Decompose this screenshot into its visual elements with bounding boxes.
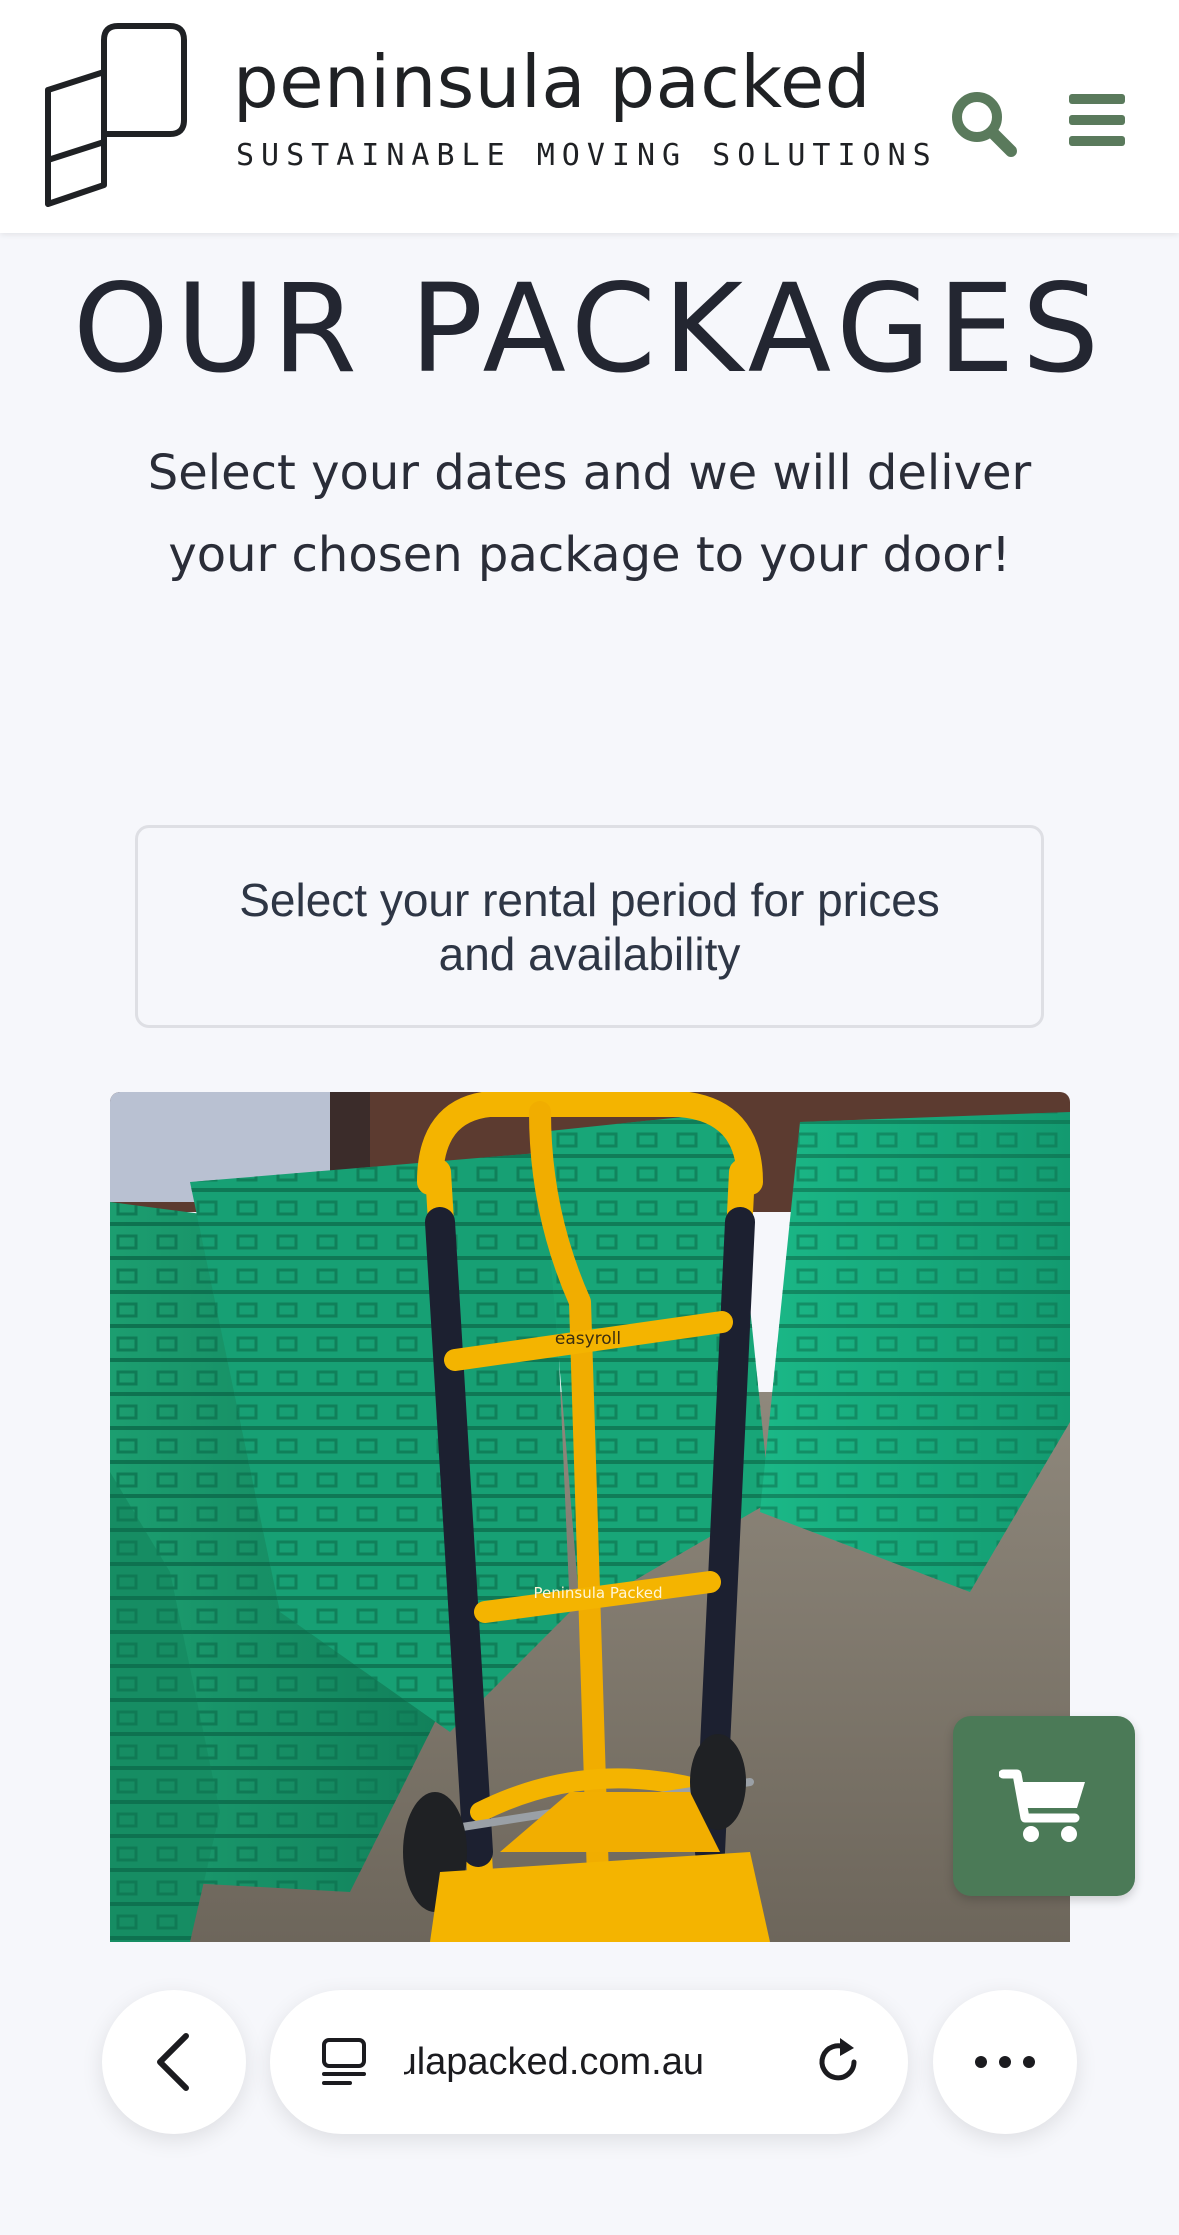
address-bar[interactable]: peninsulapacked.com.au bbox=[270, 1990, 908, 2134]
brand-name[interactable]: peninsula packed bbox=[233, 40, 871, 124]
rental-period-selector[interactable]: Select your rental period for prices and… bbox=[135, 825, 1044, 1028]
more-dots-icon bbox=[975, 2056, 1035, 2068]
chevron-left-icon bbox=[157, 2033, 189, 2091]
page-subtitle: Select your dates and we will deliver yo… bbox=[147, 445, 1032, 583]
browser-back-button[interactable] bbox=[102, 1990, 246, 2134]
cart-button[interactable] bbox=[953, 1716, 1135, 1896]
tabs-icon[interactable] bbox=[318, 2036, 370, 2088]
menu-button[interactable] bbox=[1067, 92, 1127, 148]
search-icon bbox=[952, 92, 1017, 157]
trolley-name-label: Peninsula Packed bbox=[533, 1584, 662, 1602]
hamburger-menu-icon bbox=[1069, 94, 1125, 146]
url-text[interactable]: peninsulapacked.com.au bbox=[404, 2034, 704, 2090]
reload-icon[interactable] bbox=[810, 2034, 866, 2090]
search-button[interactable] bbox=[948, 88, 1018, 158]
browser-more-button[interactable] bbox=[933, 1990, 1077, 2134]
trolley-brand-label: easyroll bbox=[555, 1329, 621, 1349]
peninsula-packed-logo-icon[interactable] bbox=[40, 20, 192, 210]
site-header: peninsula packed SUSTAINABLE MOVING SOLU… bbox=[0, 0, 1179, 233]
package-product-image[interactable]: easyroll Peninsula Packed bbox=[110, 1092, 1070, 1942]
trolley-crates-photo: easyroll Peninsula Packed bbox=[110, 1092, 1070, 1942]
rental-period-prompt: Select your rental period for prices and… bbox=[239, 873, 940, 980]
page-title: OUR PACKAGES bbox=[72, 258, 1107, 400]
brand-tagline: SUSTAINABLE MOVING SOLUTIONS bbox=[236, 138, 938, 173]
shopping-cart-icon bbox=[999, 1769, 1085, 1842]
